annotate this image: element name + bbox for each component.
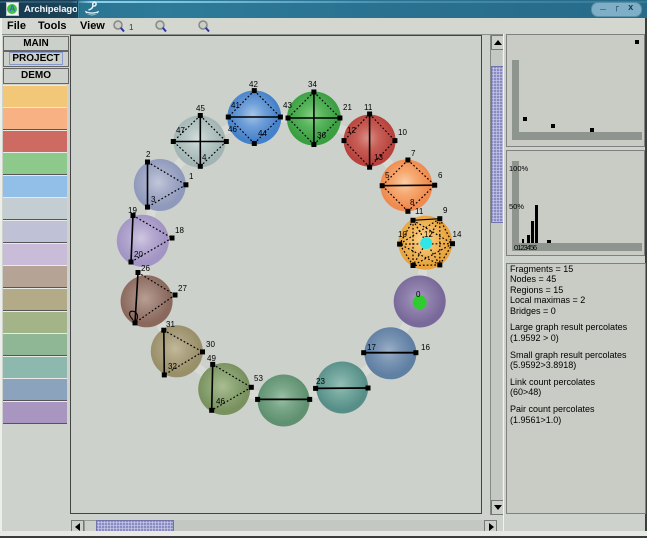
svg-text:1: 1	[189, 172, 194, 181]
svg-text:8: 8	[410, 198, 415, 207]
svg-text:18: 18	[175, 226, 184, 235]
svg-text:16: 16	[421, 343, 430, 352]
svg-text:14: 14	[453, 230, 462, 239]
svg-text:49: 49	[207, 354, 216, 363]
svg-text:42: 42	[249, 80, 258, 89]
svg-text:9: 9	[443, 206, 448, 215]
svg-text:27: 27	[178, 284, 187, 293]
svg-text:11: 11	[415, 207, 424, 216]
svg-text:7: 7	[411, 149, 416, 158]
svg-text:1: 1	[129, 23, 134, 32]
svg-text:36: 36	[317, 131, 326, 140]
svg-text:12: 12	[347, 126, 356, 135]
svg-text:10: 10	[398, 128, 407, 137]
svg-text:21: 21	[343, 103, 352, 112]
svg-text:4: 4	[202, 153, 207, 162]
svg-text:30: 30	[206, 340, 215, 349]
svg-text:45: 45	[196, 104, 205, 113]
svg-text:17: 17	[367, 343, 376, 352]
svg-text:10: 10	[398, 230, 407, 239]
svg-text:3: 3	[151, 195, 156, 204]
svg-text:19: 19	[128, 206, 137, 215]
svg-text:46: 46	[228, 125, 237, 134]
svg-text:31: 31	[166, 320, 175, 329]
svg-text:47: 47	[176, 126, 185, 135]
svg-text:23: 23	[316, 377, 325, 386]
svg-text:26: 26	[141, 264, 150, 273]
svg-text:13: 13	[374, 153, 383, 162]
svg-text:5: 5	[385, 171, 390, 180]
svg-text:34: 34	[308, 80, 317, 89]
svg-text:0: 0	[416, 290, 421, 299]
svg-text:46: 46	[216, 397, 225, 406]
svg-text:43: 43	[283, 101, 292, 110]
svg-text:6: 6	[438, 171, 443, 180]
svg-text:32: 32	[168, 362, 177, 371]
svg-text:41: 41	[231, 101, 240, 110]
svg-text:11: 11	[364, 103, 373, 112]
svg-text:20: 20	[134, 250, 143, 259]
svg-text:44: 44	[258, 129, 267, 138]
svg-text:53: 53	[254, 374, 263, 383]
svg-text:12: 12	[424, 230, 433, 239]
svg-text:2: 2	[146, 150, 151, 159]
